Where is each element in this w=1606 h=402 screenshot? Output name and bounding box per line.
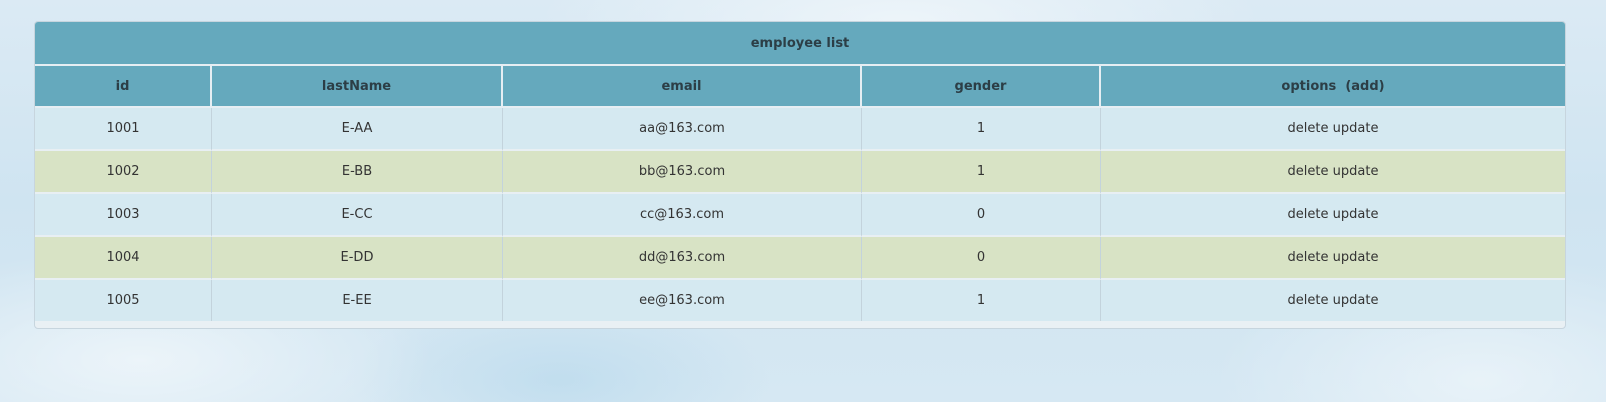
delete-link[interactable]: delete xyxy=(1288,293,1329,308)
delete-link[interactable]: delete xyxy=(1288,164,1329,179)
table-caption: employee list xyxy=(35,22,1565,66)
update-link[interactable]: update xyxy=(1333,121,1379,136)
cell-email: cc@163.com xyxy=(503,194,862,237)
options-label: options xyxy=(1281,78,1337,94)
table-row: 1002 E-BB bb@163.com 1 delete update xyxy=(35,151,1565,194)
column-header-gender: gender xyxy=(862,66,1101,108)
employee-table: employee list id lastName email gender o… xyxy=(35,22,1565,321)
cell-options: delete update xyxy=(1101,237,1565,280)
table-row: 1003 E-CC cc@163.com 0 delete update xyxy=(35,194,1565,237)
cell-gender: 0 xyxy=(862,237,1101,280)
cell-gender: 0 xyxy=(862,194,1101,237)
column-header-email: email xyxy=(503,66,862,108)
cell-id: 1005 xyxy=(35,280,212,321)
cell-email: dd@163.com xyxy=(503,237,862,280)
table-row: 1005 E-EE ee@163.com 1 delete update xyxy=(35,280,1565,321)
update-link[interactable]: update xyxy=(1333,250,1379,265)
cell-id: 1004 xyxy=(35,237,212,280)
cell-options: delete update xyxy=(1101,280,1565,321)
cell-email: bb@163.com xyxy=(503,151,862,194)
cell-lastname: E-CC xyxy=(212,194,503,237)
table-header-row: id lastName email gender options (add) xyxy=(35,66,1565,108)
column-header-lastname: lastName xyxy=(212,66,503,108)
column-header-options: options (add) xyxy=(1101,66,1565,108)
table-row: 1004 E-DD dd@163.com 0 delete update xyxy=(35,237,1565,280)
cell-gender: 1 xyxy=(862,151,1101,194)
update-link[interactable]: update xyxy=(1333,207,1379,222)
cell-id: 1003 xyxy=(35,194,212,237)
update-link[interactable]: update xyxy=(1333,164,1379,179)
update-link[interactable]: update xyxy=(1333,293,1379,308)
cell-id: 1002 xyxy=(35,151,212,194)
delete-link[interactable]: delete xyxy=(1288,207,1329,222)
cell-id: 1001 xyxy=(35,108,212,151)
cell-options: delete update xyxy=(1101,194,1565,237)
cell-lastname: E-BB xyxy=(212,151,503,194)
cell-options: delete update xyxy=(1101,108,1565,151)
cell-gender: 1 xyxy=(862,280,1101,321)
add-employee-link[interactable]: (add) xyxy=(1345,79,1384,94)
delete-link[interactable]: delete xyxy=(1288,121,1329,136)
table-caption-row: employee list xyxy=(35,22,1565,66)
delete-link[interactable]: delete xyxy=(1288,250,1329,265)
cell-email: aa@163.com xyxy=(503,108,862,151)
cell-lastname: E-EE xyxy=(212,280,503,321)
cell-email: ee@163.com xyxy=(503,280,862,321)
column-header-id: id xyxy=(35,66,212,108)
cell-lastname: E-DD xyxy=(212,237,503,280)
table-row: 1001 E-AA aa@163.com 1 delete update xyxy=(35,108,1565,151)
cell-options: delete update xyxy=(1101,151,1565,194)
employee-table-container: employee list id lastName email gender o… xyxy=(34,21,1566,329)
cell-gender: 1 xyxy=(862,108,1101,151)
cell-lastname: E-AA xyxy=(212,108,503,151)
